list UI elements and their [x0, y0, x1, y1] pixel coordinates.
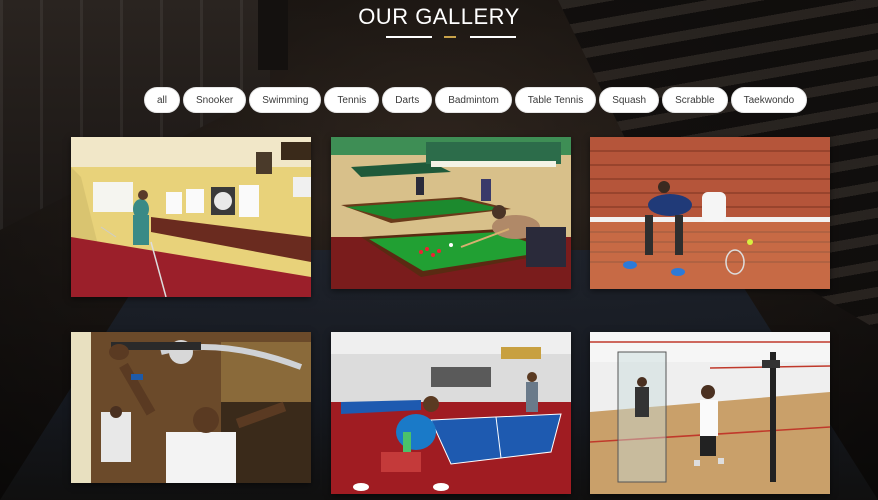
gallery-item-table-tennis[interactable]: [331, 332, 571, 494]
gallery-item-snooker[interactable]: [331, 137, 571, 289]
tennis-court-photo: [590, 137, 830, 289]
table-tennis-photo: [331, 332, 571, 494]
squash-court-photo: [590, 332, 830, 494]
snooker-table-photo: [331, 137, 571, 289]
gym-machine-photo: [71, 332, 311, 483]
gallery-grid: [0, 0, 878, 500]
gallery-item-darts-room[interactable]: [71, 137, 311, 297]
gallery-item-gym[interactable]: [71, 332, 311, 483]
darts-room-photo: [71, 137, 311, 297]
gallery-item-squash[interactable]: [590, 332, 830, 494]
gallery-item-tennis[interactable]: [590, 137, 830, 289]
